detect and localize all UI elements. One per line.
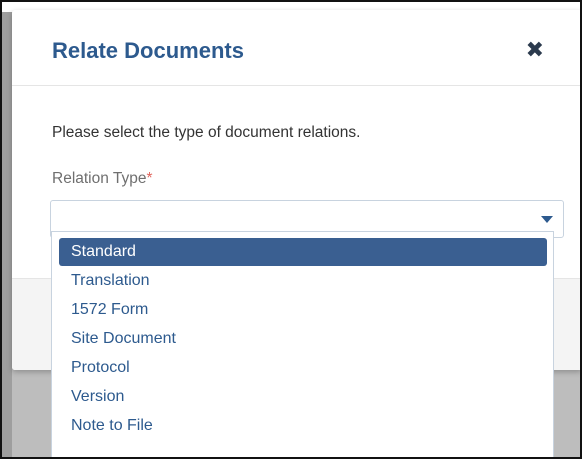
backdrop [2,2,12,457]
option-translation[interactable]: Translation [59,267,547,295]
required-marker: * [146,170,153,187]
screen-frame: Relate Documents ✖ Please select the typ… [0,0,582,459]
dialog-title: Relate Documents [52,38,244,63]
dialog-body: Please select the type of document relat… [52,124,552,187]
option-site-document[interactable]: Site Document [59,325,547,353]
option-note-to-file[interactable]: Note to File [59,412,547,440]
instruction-text: Please select the type of document relat… [52,124,361,141]
option-protocol[interactable]: Protocol [59,354,547,382]
chevron-down-icon[interactable] [541,216,553,223]
option-1572-form[interactable]: 1572 Form [59,296,547,324]
relation-type-label: Relation Type* [52,170,153,188]
dialog-header: Relate Documents ✖ [12,10,580,86]
close-icon[interactable]: ✖ [526,38,544,62]
option-standard[interactable]: Standard [59,238,547,266]
relation-type-options: Standard Translation 1572 Form Site Docu… [51,231,554,457]
relation-type-label-text: Relation Type [52,170,147,187]
option-version[interactable]: Version [59,383,547,411]
